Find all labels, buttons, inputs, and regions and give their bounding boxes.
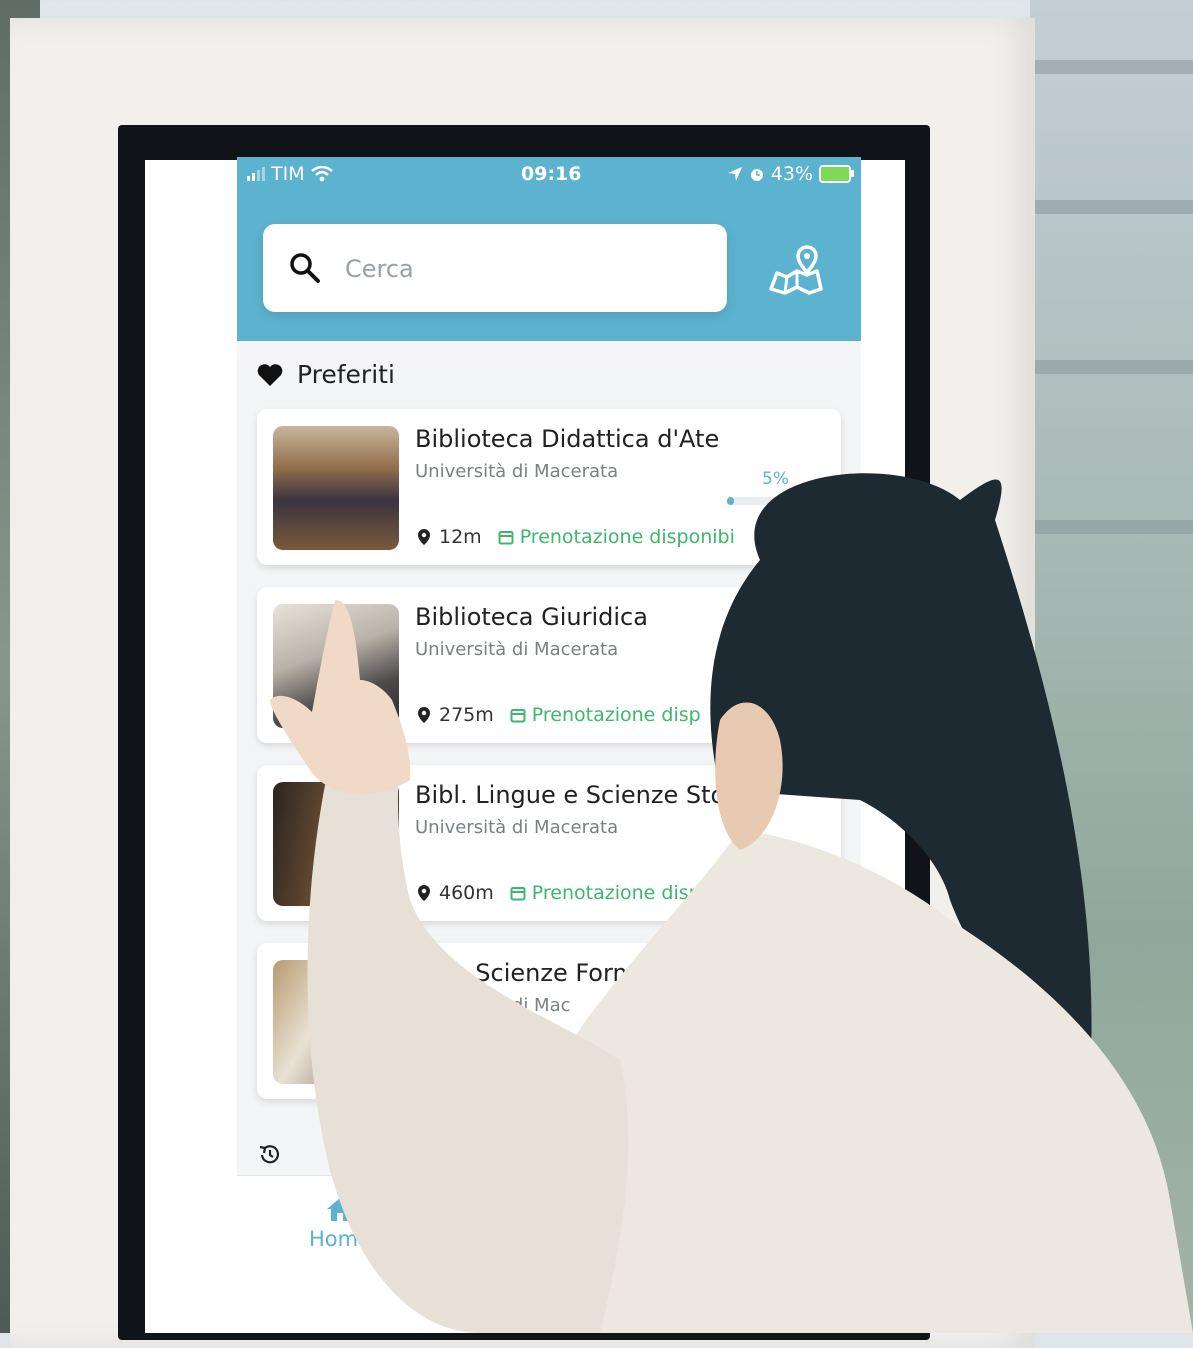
library-meta: 12m Prenotazione disponibi xyxy=(417,526,735,548)
favorites-heading: Preferiti xyxy=(257,360,395,389)
background-window xyxy=(1030,0,1193,1333)
library-card[interactable]: Bibl. Scienze Formazion Università di Ma… xyxy=(257,943,841,1099)
search-box[interactable] xyxy=(263,224,727,314)
location-pin-icon xyxy=(418,885,430,901)
library-photo xyxy=(273,604,399,728)
tab-home[interactable]: Home xyxy=(309,1196,371,1251)
availability-text: Prenotazione disp xyxy=(531,704,701,726)
library-university: Università di Macerata xyxy=(415,639,619,660)
occupancy-bar xyxy=(727,497,837,505)
signal-icon xyxy=(247,167,265,181)
library-title: Biblioteca Didattica d'Ate xyxy=(415,425,720,453)
availability: Prenotazione disp xyxy=(510,704,701,726)
calendar-icon xyxy=(510,887,526,901)
availability: Prenotazione disponibi xyxy=(498,526,735,548)
favorites-title: Preferiti xyxy=(297,360,395,389)
history-icon xyxy=(259,1145,280,1164)
library-photo xyxy=(273,960,399,1084)
battery-icon xyxy=(819,165,854,183)
library-title: Bibl. Lingue e Scienze Sto xyxy=(415,781,726,809)
search-input[interactable] xyxy=(343,224,707,314)
library-title: Biblioteca Giuridica xyxy=(415,603,648,631)
library-photo xyxy=(273,426,399,550)
status-bar: TIM 09:16 43% xyxy=(237,157,861,191)
heart-icon xyxy=(257,363,283,386)
library-distance: 460m xyxy=(439,882,494,904)
tab-bar: Home Prenota xyxy=(237,1175,861,1333)
library-app: TIM 09:16 43% Cerca Preferiti Biblioteca… xyxy=(237,157,861,1333)
map-pin-icon[interactable] xyxy=(763,243,827,299)
library-photo xyxy=(273,782,399,906)
header xyxy=(237,191,861,341)
location-pin-icon xyxy=(418,529,430,545)
library-card[interactable]: Bibl. Lingue e Scienze Sto Università di… xyxy=(257,765,841,921)
availability: Prenotazione disponib xyxy=(510,882,742,904)
status-right: 43% xyxy=(727,163,854,185)
tab-prenotazioni-label: Prenota xyxy=(493,1232,563,1253)
occupancy-bar-fill xyxy=(727,497,734,505)
library-title: Bibl. Scienze Formazion xyxy=(415,959,700,987)
library-university: Università di Macerata xyxy=(415,817,619,838)
library-meta: 460m Prenotazione disponib xyxy=(417,882,742,904)
library-meta: 275m Prenotazione disp xyxy=(417,704,701,726)
location-pin-icon xyxy=(418,1061,430,1077)
location-pin-icon xyxy=(418,707,430,723)
occupancy-percent: 5% xyxy=(762,469,789,489)
library-distance: 275m xyxy=(439,704,494,726)
battery-percent: 43% xyxy=(770,163,813,185)
availability-text: Prenotazione disponibi xyxy=(519,526,735,548)
alarm-icon xyxy=(750,169,763,181)
home-icon xyxy=(327,1198,353,1221)
library-university: Università di Mac xyxy=(415,995,571,1016)
calendar-icon xyxy=(510,709,526,723)
library-distance: 12m xyxy=(439,526,482,548)
library-card[interactable]: Biblioteca Giuridica Università di Macer… xyxy=(257,587,841,743)
library-meta xyxy=(417,1060,431,1078)
calendar-icon xyxy=(498,531,514,545)
tab-home-label: Home xyxy=(309,1227,372,1251)
status-time: 09:16 xyxy=(521,163,582,185)
wifi-icon xyxy=(310,166,333,182)
carrier-group: TIM xyxy=(247,163,333,185)
search-icon xyxy=(290,253,320,283)
library-university: Università di Macerata xyxy=(415,461,619,482)
carrier-name: TIM xyxy=(271,163,305,185)
tab-prenotazioni[interactable]: Prenota xyxy=(493,1232,562,1253)
location-arrow-icon xyxy=(727,167,742,181)
library-card[interactable]: Biblioteca Didattica d'Ate Università di… xyxy=(257,409,841,565)
availability-text: Prenotazione disponib xyxy=(531,882,742,904)
